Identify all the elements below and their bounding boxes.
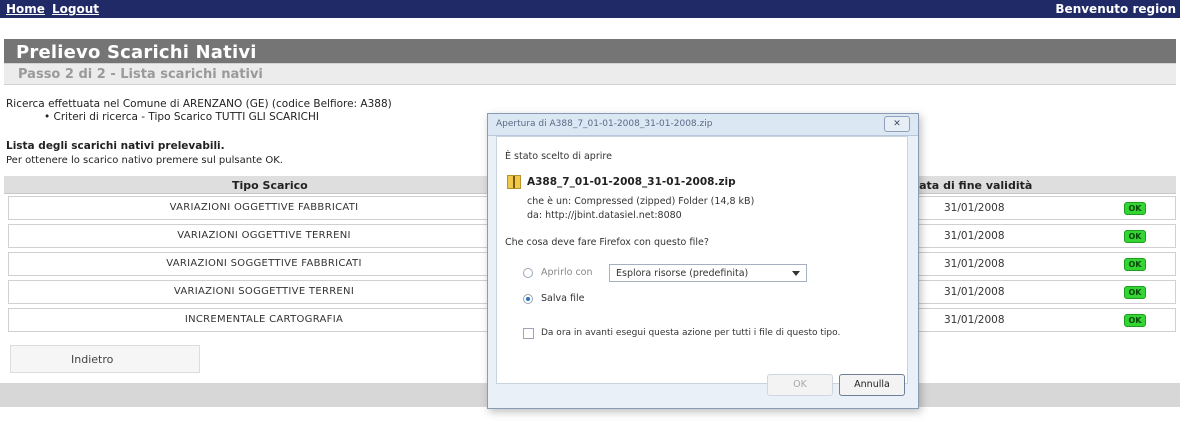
row-date: 31/01/2008 (944, 286, 1005, 298)
home-link[interactable]: Home (6, 2, 45, 16)
row-type: VARIAZIONI SOGGETTIVE FABBRICATI (166, 258, 362, 269)
open-with-radio[interactable] (523, 268, 533, 278)
top-navigation-bar: Home Logout Benvenuto region (0, 0, 1180, 18)
dialog-body: È stato scelto di aprire A388_7_01-01-20… (496, 136, 908, 384)
dialog-filename: A388_7_01-01-2008_31-01-2008.zip (527, 176, 736, 188)
list-title: Lista degli scarichi nativi prelevabili. (6, 140, 225, 152)
file-source-line: da: http://jbint.datasiel.net:8080 (527, 210, 682, 221)
remember-checkbox[interactable] (523, 328, 534, 339)
row-type: VARIAZIONI OGGETTIVE TERRENI (177, 230, 351, 241)
save-file-radio[interactable] (523, 294, 533, 304)
row-type: VARIAZIONI SOGGETTIVE TERRENI (173, 286, 355, 297)
zip-file-icon (507, 175, 521, 189)
open-with-value: Esplora risorse (predefinita) (616, 268, 749, 279)
remember-label: Da ora in avanti esegui questa azione pe… (541, 328, 841, 338)
ok-button[interactable]: OK (1124, 314, 1146, 327)
save-file-label: Salva file (541, 293, 585, 304)
search-summary: Ricerca effettuata nel Comune di ARENZAN… (6, 98, 392, 110)
back-button[interactable]: Indietro (10, 345, 200, 373)
dialog-ok-button[interactable]: OK (767, 374, 833, 396)
instruction-text: Per ottenere lo scarico nativo premere s… (6, 155, 283, 166)
page-title: Prelievo Scarichi Nativi (16, 42, 257, 63)
file-type-line: che è un: Compressed (zipped) Folder (14… (527, 196, 755, 207)
welcome-text: Benvenuto region (1055, 2, 1176, 16)
download-dialog: Apertura di A388_7_01-01-2008_31-01-2008… (487, 113, 919, 409)
dialog-question: Che cosa deve fare Firefox con questo fi… (505, 237, 709, 248)
ok-button[interactable]: OK (1124, 230, 1146, 243)
ok-button[interactable]: OK (1124, 202, 1146, 215)
column-header-type: Tipo Scarico (232, 179, 308, 192)
step-bar: Passo 2 di 2 - Lista scarichi nativi (4, 63, 1176, 85)
dialog-title: Apertura di A388_7_01-01-2008_31-01-2008… (496, 119, 713, 129)
ok-button[interactable]: OK (1124, 286, 1146, 299)
row-type: INCREMENTALE CARTOGRAFIA (184, 314, 344, 325)
open-with-label: Aprirlo con (541, 267, 593, 278)
search-criteria: • Criteri di ricerca - Tipo Scarico TUTT… (44, 111, 319, 123)
step-label: Passo 2 di 2 - Lista scarichi nativi (18, 67, 263, 82)
row-type: VARIAZIONI OGGETTIVE FABBRICATI (169, 202, 359, 213)
row-date: 31/01/2008 (944, 202, 1005, 214)
row-date: 31/01/2008 (944, 314, 1005, 326)
page-title-bar: Prelievo Scarichi Nativi (4, 39, 1176, 63)
row-date: 31/01/2008 (944, 230, 1005, 242)
column-header-date: Data di fine validità (910, 179, 1033, 192)
ok-button[interactable]: OK (1124, 258, 1146, 271)
open-with-select[interactable]: Esplora risorse (predefinita) (609, 264, 807, 282)
back-button-label: Indietro (71, 353, 114, 366)
dialog-intro: È stato scelto di aprire (505, 151, 612, 162)
chevron-down-icon (792, 271, 800, 276)
row-date: 31/01/2008 (944, 258, 1005, 270)
dialog-cancel-button[interactable]: Annulla (839, 374, 905, 396)
close-icon[interactable]: ✕ (884, 116, 910, 132)
dialog-title-bar: Apertura di A388_7_01-01-2008_31-01-2008… (488, 114, 918, 136)
logout-link[interactable]: Logout (52, 2, 99, 16)
